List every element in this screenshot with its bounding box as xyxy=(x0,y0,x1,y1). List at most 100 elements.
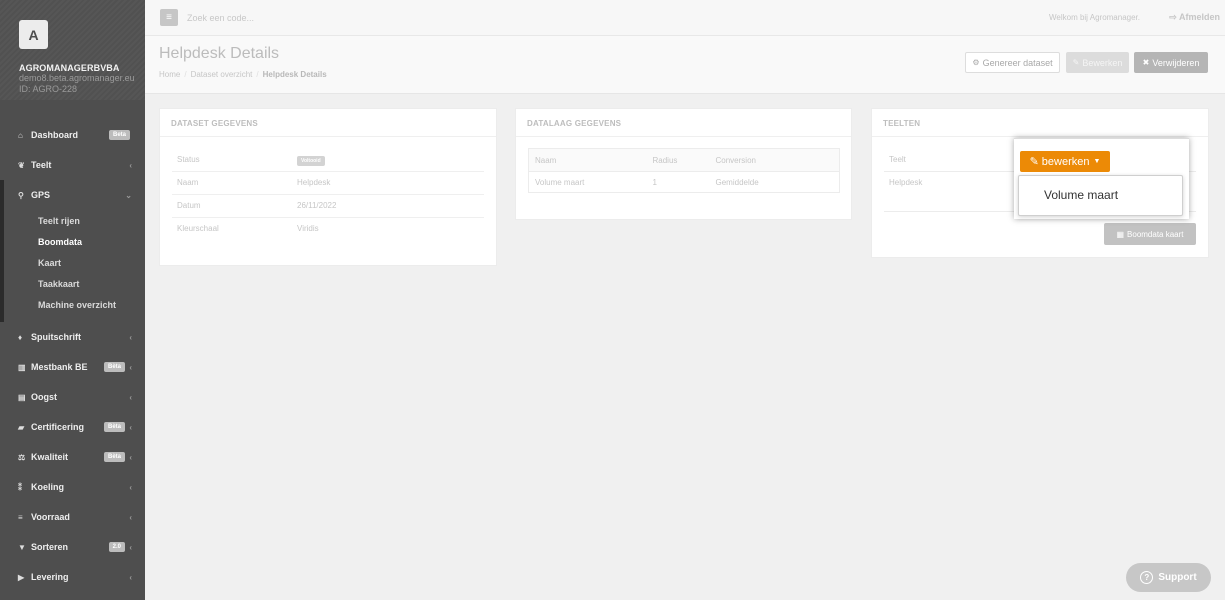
support-label: Support xyxy=(1158,572,1197,583)
table-row: Kleurschaal Viridis xyxy=(172,217,484,240)
sidebar-item-gps[interactable]: ⚲ GPS ⌄ xyxy=(4,180,145,210)
button-label: Genereer dataset xyxy=(982,57,1053,68)
chevron-left-icon: ‹ xyxy=(129,512,132,522)
top-bar: ≡ Welkom bij Agromanager. ⇨ Afmelden xyxy=(145,0,1225,36)
row-key: Kleurschaal xyxy=(177,224,219,234)
panel-title: DATALAAG GEGEVENS xyxy=(516,109,851,137)
drop-icon: ♦ xyxy=(18,332,23,342)
search-input[interactable] xyxy=(187,9,437,27)
table-row: Datum 26/11/2022 xyxy=(172,194,484,218)
row-key: Status xyxy=(172,148,297,172)
boomdata-kaart-button[interactable]: ▦ Boomdata kaart xyxy=(1104,223,1196,245)
beta-badge: Bèta xyxy=(103,362,125,372)
table-row[interactable]: Volume maart 1 Gemiddelde xyxy=(529,172,840,193)
table-row: Naam Helpdesk xyxy=(172,171,484,195)
sidebar-subitem-teelt-rijen[interactable]: Teelt rijen xyxy=(4,210,145,231)
welcome-text: Welkom bij Agromanager. xyxy=(1048,13,1140,22)
sidebar-item-label: Mestbank BE xyxy=(31,362,88,372)
breadcrumb: Home / Dataset overzicht / Helpdesk Details xyxy=(159,70,327,79)
dropdown-item-volume-maart[interactable]: Volume maart xyxy=(1019,176,1182,202)
chevron-left-icon: ‹ xyxy=(129,452,132,462)
sidebar-subitem-boomdata[interactable]: Boomdata xyxy=(4,231,145,252)
datalaag-panel: DATALAAG GEGEVENS Naam Radius Conversion… xyxy=(515,108,852,220)
row-value: Voltooid xyxy=(297,148,484,172)
map-marker-icon: ⚲ xyxy=(18,190,24,200)
sidebar: A AGROMANAGERBVBA demo8.beta.agromanager… xyxy=(0,0,145,600)
panel-title: TEELTEN xyxy=(872,109,1208,137)
sidebar-item-koeling[interactable]: ⁑ Koeling ‹ xyxy=(0,472,145,502)
breadcrumb-home[interactable]: Home xyxy=(159,70,180,79)
sidebar-item-kwaliteit[interactable]: ⚖ Kwaliteit Bèta ‹ xyxy=(0,442,145,472)
company-email: demo8.beta.agromanager.eu xyxy=(19,73,135,83)
sidebar-item-sorteren[interactable]: ▼ Sorteren 2.0 ‹ xyxy=(0,532,145,562)
sidebar-subitem-taakkaart[interactable]: Taakkaart xyxy=(4,273,145,294)
beta-badge: Bèta xyxy=(103,452,125,462)
button-label: Verwijderen xyxy=(1152,57,1200,68)
chevron-left-icon: ‹ xyxy=(129,572,132,582)
company-logo: A xyxy=(19,20,48,49)
thermometer-icon: ⁑ xyxy=(18,482,22,492)
pencil-icon: ✎ xyxy=(1072,58,1080,67)
home-icon: ⌂ xyxy=(18,130,23,140)
sidebar-menu: ⌂ Dashboard Beta ❦ Teelt ‹ ⚲ GPS ⌄ Teelt rijen… xyxy=(0,120,145,592)
column-header: Radius xyxy=(646,148,710,172)
hamburger-icon: ≡ xyxy=(166,12,172,23)
balance-icon: ⚖ xyxy=(18,452,26,462)
row-key: Naam xyxy=(172,171,297,195)
table-cell: Volume maart xyxy=(535,177,585,187)
caret-down-icon: ▼ xyxy=(1093,158,1101,165)
company-name: AGROMANAGERBVBA xyxy=(19,63,120,73)
status-badge: Voltooid xyxy=(297,155,325,166)
sidebar-subitem-machine-overzicht[interactable]: Machine overzicht xyxy=(4,294,145,315)
brand-block: A AGROMANAGERBVBA demo8.beta.agromanager… xyxy=(0,0,145,100)
sidebar-item-levering[interactable]: ▶ Levering ‹ xyxy=(0,562,145,592)
row-value: 26/11/2022 xyxy=(297,194,484,218)
generate-dataset-button[interactable]: ⚙ Genereer dataset xyxy=(965,52,1060,73)
edit-dropdown-popup: ✎ bewerken ▼ Volume maart xyxy=(1014,138,1189,219)
chevron-left-icon: ‹ xyxy=(129,482,132,492)
row-key: Datum xyxy=(172,194,297,218)
sidebar-item-mestbank[interactable]: ▥ Mestbank BE Bèta ‹ xyxy=(0,352,145,382)
basket-icon: ▤ xyxy=(18,392,26,402)
sidebar-item-certificering[interactable]: ▰ Certificering Bèta ‹ xyxy=(0,412,145,442)
leaf-icon: ❦ xyxy=(18,160,25,170)
logout-icon: ⇨ xyxy=(1169,12,1179,22)
chevron-left-icon: ‹ xyxy=(129,332,132,342)
sidebar-item-oogst[interactable]: ▤ Oogst ‹ xyxy=(0,382,145,412)
map-icon: ▦ xyxy=(1116,229,1125,239)
delete-button[interactable]: ✖ Verwijderen xyxy=(1134,52,1208,73)
breadcrumb-current: Helpdesk Details xyxy=(262,70,327,79)
table-header-row: Naam Radius Conversion xyxy=(528,148,840,172)
sidebar-item-label: Levering xyxy=(31,572,69,582)
sidebar-item-label: Certificering xyxy=(31,422,85,432)
sidebar-item-label: Kwaliteit xyxy=(31,452,69,462)
company-id: ID: AGRO-228 xyxy=(19,84,78,94)
sidebar-item-voorraad[interactable]: ≡ Voorraad ‹ xyxy=(0,502,145,532)
version-badge: 2.0 xyxy=(108,542,125,552)
sidebar-item-label: Koeling xyxy=(31,482,64,492)
bank-icon: ▥ xyxy=(18,362,26,372)
breadcrumb-dataset-overzicht[interactable]: Dataset overzicht xyxy=(191,70,253,79)
menu-toggle-button[interactable]: ≡ xyxy=(160,9,178,26)
sidebar-item-dashboard[interactable]: ⌂ Dashboard Beta xyxy=(0,120,145,150)
column-header: Naam xyxy=(528,148,647,172)
logout-link[interactable]: ⇨ Afmelden xyxy=(1169,12,1220,23)
sidebar-subitem-kaart[interactable]: Kaart xyxy=(4,252,145,273)
sidebar-item-teelt[interactable]: ❦ Teelt ‹ xyxy=(0,150,145,180)
question-icon: ? xyxy=(1140,571,1154,584)
bewerken-dropdown-button[interactable]: ✎ bewerken ▼ xyxy=(1020,151,1110,172)
chevron-left-icon: ‹ xyxy=(129,392,132,402)
dataset-panel: DATASET GEGEVENS Status Voltooid Naam Help… xyxy=(159,108,497,266)
chevron-left-icon: ‹ xyxy=(129,362,132,372)
sidebar-item-spuitschrift[interactable]: ♦ Spuitschrift ‹ xyxy=(0,322,145,352)
button-label: Boomdata kaart xyxy=(1127,229,1184,239)
page-header: Helpdesk Details Home / Dataset overzicht /… xyxy=(145,36,1225,94)
table-cell: 1 xyxy=(652,177,657,187)
sidebar-item-label: Spuitschrift xyxy=(31,332,82,342)
edit-button[interactable]: ✎ Bewerken xyxy=(1066,52,1129,73)
sidebar-item-label: Sorteren xyxy=(31,542,69,552)
cogs-icon: ⚙ xyxy=(972,58,980,67)
dropdown-menu: Volume maart xyxy=(1018,175,1183,216)
sidebar-item-label: Voorraad xyxy=(31,512,70,522)
support-button[interactable]: ? Support xyxy=(1126,563,1211,592)
